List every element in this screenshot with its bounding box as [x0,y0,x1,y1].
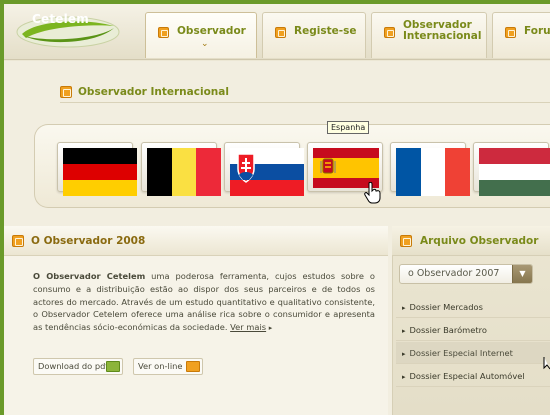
dossier-barometro[interactable]: ▸ Dossier Barómetro [396,319,550,341]
year-select-value: o Observador 2007 [408,268,500,279]
observador-description: O Observador Cetelem uma poderosa ferram… [33,270,375,335]
tab-observador[interactable]: Observador ⌄ [145,12,257,58]
flag-germany-icon [63,148,137,196]
coat-of-arms-icon [237,153,255,183]
tab-observador-internacional[interactable]: Observador Internacional [371,12,487,58]
arrow-cursor-icon [543,357,550,370]
dossier-especial-automovel[interactable]: ▸ Dossier Especial Automóvel [396,365,550,387]
bullet-icon: ▸ [402,350,406,358]
tab-forum[interactable]: Foru [492,12,550,58]
flag-belgium-icon [147,148,221,196]
dossier-label: Dossier Barómetro [409,325,487,335]
button-label: Download do pdf [38,361,109,371]
dossier-especial-internet[interactable]: ▸ Dossier Especial Internet [396,342,550,364]
description-bold: O Observador Cetelem [33,271,146,281]
tab-label: Observador [177,25,246,37]
year-select[interactable]: o Observador 2007 ▼ [399,264,533,284]
document-icon [12,235,24,247]
flag-tooltip: Espanha [327,121,370,134]
flag-button-france[interactable] [390,142,470,196]
dossier-mercados[interactable]: ▸ Dossier Mercados [396,296,550,318]
flag-button-hungary[interactable] [473,142,550,196]
section-title-internacional: Observador Internacional [78,86,229,98]
flag-button-belgium[interactable] [141,142,221,196]
button-label: Ver on-line [138,361,183,371]
hand-cursor-icon [364,182,381,204]
chevron-down-icon: ⌄ [201,39,209,49]
chevron-down-icon: ▼ [512,265,532,283]
grid-icon [384,27,395,38]
flag-button-slovakia[interactable] [224,142,304,196]
flag-france-icon [396,148,470,196]
document-icon [158,27,169,38]
home-icon [106,361,120,372]
section-title-observador: O Observador 2008 [31,235,146,247]
document-icon [400,235,412,247]
flag-hungary-icon [479,148,550,196]
document-icon [505,27,516,38]
divider [60,102,550,103]
ver-on-line-button[interactable]: Ver on-line [133,358,203,375]
dossier-label: Dossier Especial Internet [409,348,513,358]
logo-text: Cetelem [32,12,89,26]
grid-icon [60,86,72,98]
coat-of-arms-icon [320,158,336,174]
download-pdf-button[interactable]: Download do pdf [33,358,123,375]
tab-registe-se[interactable]: Registe-se [262,12,366,58]
bullet-icon: ▸ [402,304,406,312]
flag-button-germany[interactable] [57,142,137,196]
dossier-label: Dossier Especial Automóvel [409,371,525,381]
tab-label: Observador Internacional [403,19,482,42]
tab-label: Registe-se [294,25,357,37]
dossier-label: Dossier Mercados [409,302,483,312]
section-title-arquivo: Arquivo Observador [420,235,539,247]
document-icon [186,361,200,372]
bullet-icon: ▸ [402,327,406,335]
ver-mais-link[interactable]: Ver mais [230,322,266,332]
document-icon [275,27,286,38]
chevron-right-icon: ▸ [268,324,273,333]
bullet-icon: ▸ [402,373,406,381]
tab-label: Foru [524,25,550,37]
